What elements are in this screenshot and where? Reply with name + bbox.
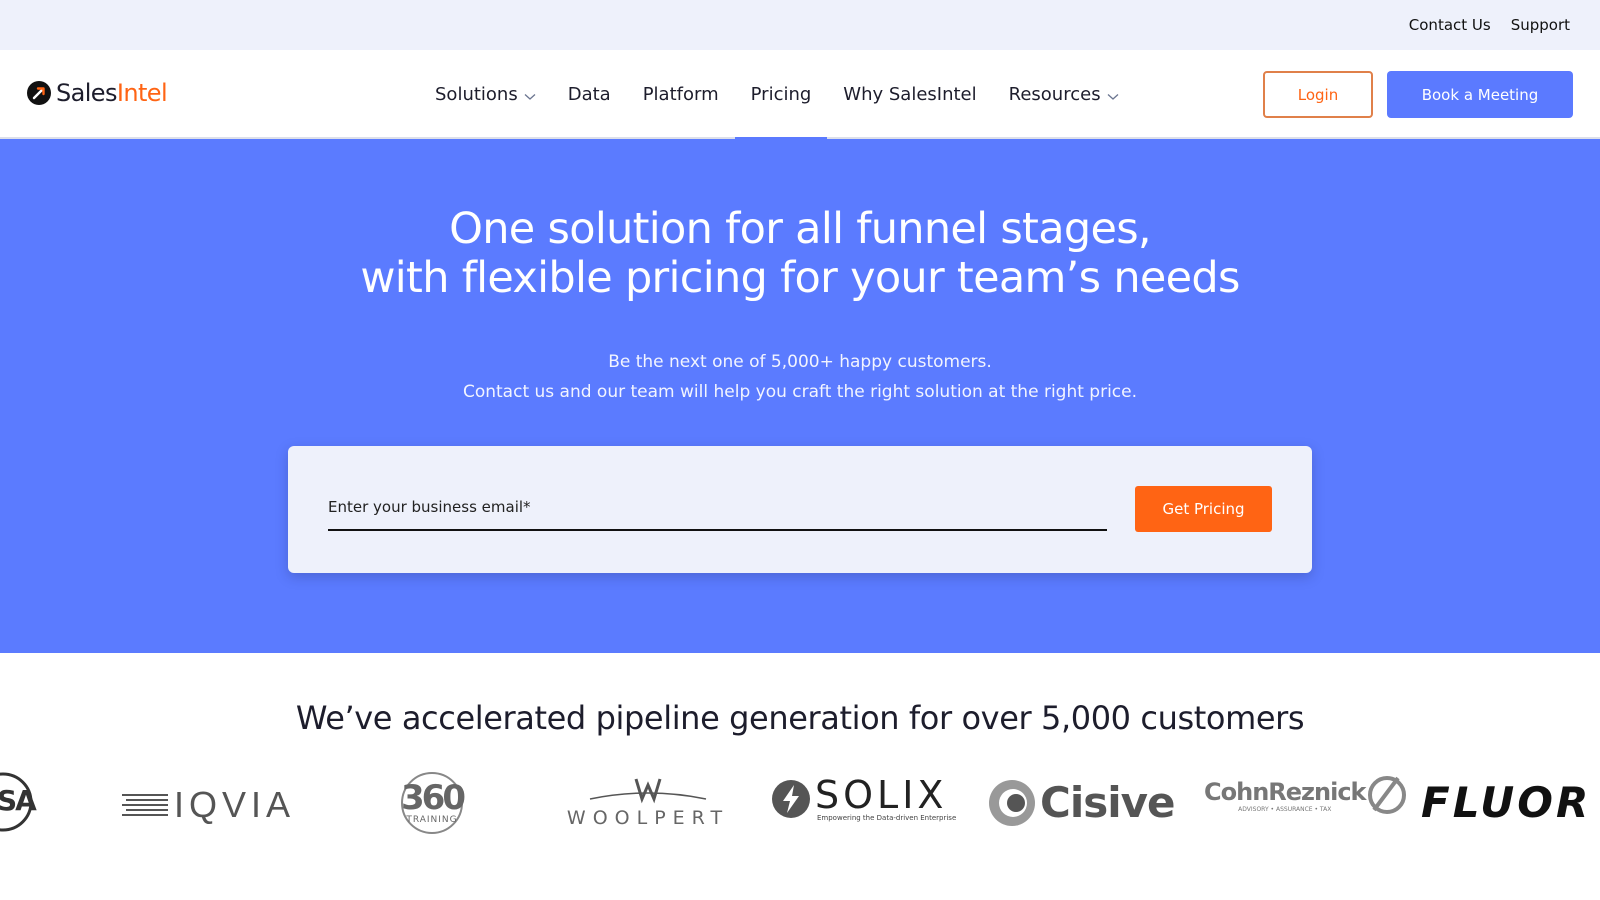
nav-platform-label: Platform bbox=[642, 84, 719, 105]
chevron-down-icon bbox=[524, 93, 536, 100]
nav-pricing[interactable]: Pricing bbox=[734, 50, 828, 141]
cisive-c-icon bbox=[989, 779, 1035, 826]
hero-title: One solution for all funnel stages, with… bbox=[0, 205, 1600, 303]
hero-title-line1: One solution for all funnel stages, bbox=[449, 204, 1151, 254]
login-button[interactable]: Login bbox=[1263, 71, 1373, 118]
book-meeting-button[interactable]: Book a Meeting bbox=[1387, 71, 1573, 118]
nav-resources-label: Resources bbox=[1008, 84, 1101, 105]
email-field-underline bbox=[328, 529, 1107, 531]
logo-partial-sa: SA bbox=[0, 770, 39, 834]
iqvia-lines-icon bbox=[122, 794, 168, 816]
hero-sub-line2: Contact us and our team will help you cr… bbox=[462, 382, 1138, 402]
email-field[interactable]: Enter your business email* bbox=[328, 498, 531, 516]
nav-data-label: Data bbox=[567, 84, 611, 105]
customer-logo-strip: SA IQVIA 360 TRAINING WOOLPERT SOLIX Emp… bbox=[0, 770, 1600, 870]
support-link[interactable]: Support bbox=[1511, 16, 1570, 34]
utility-bar: Contact Us Support bbox=[0, 0, 1600, 50]
nav-platform[interactable]: Platform bbox=[627, 50, 735, 139]
logo-woolpert-text: WOOLPERT bbox=[566, 807, 730, 829]
main-nav: SalesIntel Solutions Data Platform Prici… bbox=[0, 50, 1600, 141]
logo-360-text: 360 bbox=[401, 778, 466, 818]
nav-why-salesintel[interactable]: Why SalesIntel bbox=[827, 50, 992, 139]
nav-solutions[interactable]: Solutions bbox=[435, 50, 552, 139]
logo-arrow-icon bbox=[27, 81, 51, 105]
logo-text-intel: Intel bbox=[116, 79, 168, 107]
hero-section: One solution for all funnel stages, with… bbox=[0, 139, 1600, 653]
logo-cohn-text: CohnReznick bbox=[1204, 777, 1366, 806]
logo-text-sales: Sales bbox=[56, 79, 117, 107]
salesintel-logo[interactable]: SalesIntel bbox=[27, 79, 168, 107]
logo-cohn-sub: ADVISORY • ASSURANCE • TAX bbox=[1238, 805, 1332, 813]
nav-pricing-label: Pricing bbox=[750, 84, 812, 105]
lightning-bolt-icon bbox=[772, 780, 810, 818]
logo-iqvia-text: IQVIA bbox=[174, 784, 296, 825]
nav-resources[interactable]: Resources bbox=[993, 50, 1135, 139]
chevron-down-icon bbox=[1107, 93, 1119, 100]
contact-us-link[interactable]: Contact Us bbox=[1409, 16, 1491, 34]
logo-woolpert: WOOLPERT bbox=[553, 770, 743, 836]
logo-fluor-text: FLUOR bbox=[1421, 778, 1592, 827]
logo-sa-text: SA bbox=[0, 784, 37, 817]
logo-solix-text: SOLIX bbox=[815, 773, 948, 817]
hero-title-line2: with flexible pricing for your team’s ne… bbox=[360, 253, 1240, 303]
nav-why-label: Why SalesIntel bbox=[843, 84, 977, 105]
logo-360-sub: TRAINING bbox=[406, 815, 458, 825]
nav-solutions-label: Solutions bbox=[435, 84, 518, 105]
logo-solix-sub: Empowering the Data-driven Enterprise bbox=[817, 814, 957, 822]
cohn-mark-icon bbox=[1367, 776, 1406, 814]
logo-360-training: 360 TRAINING bbox=[394, 770, 470, 836]
logo-solix: SOLIX Empowering the Data-driven Enterpr… bbox=[771, 776, 956, 822]
logo-fluor: FLUOR bbox=[1421, 778, 1591, 827]
primary-menu: Solutions Data Platform Pricing Why Sale… bbox=[435, 50, 1135, 141]
hero-subtitle: Be the next one of 5,000+ happy customer… bbox=[0, 347, 1600, 407]
logo-iqvia: IQVIA bbox=[122, 784, 295, 826]
customers-heading: We’ve accelerated pipeline generation fo… bbox=[295, 699, 1305, 737]
logo-cohnreznick: CohnReznick ADVISORY • ASSURANCE • TAX bbox=[1204, 774, 1406, 816]
logo-cisive-text: Cisive bbox=[1040, 778, 1175, 827]
get-pricing-button[interactable]: Get Pricing bbox=[1135, 486, 1272, 532]
pricing-form: Enter your business email* Get Pricing bbox=[288, 446, 1312, 573]
logo-cisive: Cisive bbox=[988, 778, 1175, 827]
woolpert-w-icon bbox=[589, 778, 707, 804]
hero-sub-line1: Be the next one of 5,000+ happy customer… bbox=[608, 352, 992, 372]
nav-data[interactable]: Data bbox=[552, 50, 627, 139]
